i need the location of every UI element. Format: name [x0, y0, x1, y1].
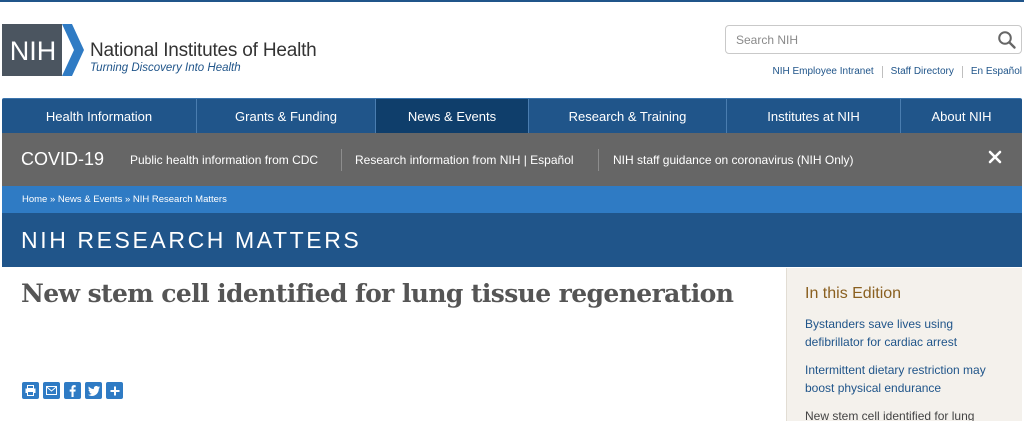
email-icon[interactable] [43, 382, 60, 399]
sidebar-item-line: Bystanders save lives using [805, 317, 954, 331]
link-employee-intranet[interactable]: NIH Employee Intranet [765, 66, 882, 78]
breadcrumb-text[interactable]: Home » News & Events » NIH Research Matt… [22, 194, 227, 205]
in-this-edition-sidebar: In this Edition Bystanders save lives us… [786, 268, 1022, 421]
nav-research-training[interactable]: Research & Training [529, 99, 727, 133]
nih-logo[interactable]: NIH National Institutes of Health Turnin… [2, 24, 347, 78]
covid-banner: COVID-19 Public health information from … [2, 133, 1022, 186]
sidebar-item-line: defibrillator for cardiac arrest [805, 335, 958, 349]
nav-institutes-at-nih[interactable]: Institutes at NIH [727, 99, 901, 133]
sidebar-item-line: boost physical endurance [805, 381, 942, 395]
article-headline: New stem cell identified for lung tissue… [21, 279, 734, 308]
link-en-espanol[interactable]: En Español [961, 66, 1022, 78]
nav-news-events[interactable]: News & Events [376, 99, 529, 133]
covid-link-staff-guidance[interactable]: NIH staff guidance on coronavirus (NIH O… [613, 153, 854, 167]
covid-divider [598, 149, 599, 171]
nav-grants-funding[interactable]: Grants & Funding [197, 99, 376, 133]
site-tagline: Turning Discovery Into Health [90, 62, 241, 74]
plus-icon[interactable] [106, 382, 123, 399]
site-title: National Institutes of Health [90, 40, 317, 61]
sidebar-item-line: New stem cell identified for lung [805, 409, 975, 421]
twitter-icon[interactable] [85, 382, 102, 399]
breadcrumb: Home » News & Events » NIH Research Matt… [2, 186, 1022, 213]
section-title: NIH RESEARCH MATTERS [21, 227, 362, 253]
sidebar-item-lung-stem-cell: New stem cell identified for lung [805, 407, 1010, 421]
sidebar-item-line: Intermittent dietary restriction may [805, 363, 986, 377]
close-icon[interactable] [988, 150, 1002, 164]
search-box [725, 25, 1022, 54]
sidebar-title: In this Edition [805, 285, 902, 302]
sidebar-item-defibrillator[interactable]: Bystanders save lives using defibrillato… [805, 315, 1010, 351]
covid-divider [341, 149, 342, 171]
utility-links: NIH Employee Intranet Staff Directory En… [765, 66, 1022, 78]
link-staff-directory[interactable]: Staff Directory [881, 66, 962, 78]
facebook-icon[interactable] [64, 382, 81, 399]
share-toolbar [22, 382, 127, 399]
nih-logo-mark: NIH [2, 24, 84, 76]
print-icon[interactable] [22, 382, 39, 399]
covid-link-cdc[interactable]: Public health information from CDC [130, 153, 318, 167]
search-input[interactable] [726, 26, 991, 53]
covid-title: COVID-19 [21, 149, 105, 169]
logo-mark-text: NIH [10, 36, 57, 66]
nav-health-information[interactable]: Health Information [2, 99, 197, 133]
sidebar-item-dietary-restriction[interactable]: Intermittent dietary restriction may boo… [805, 361, 1010, 397]
section-banner: NIH RESEARCH MATTERS [2, 213, 1022, 267]
top-rule [0, 0, 1024, 2]
nav-about-nih[interactable]: About NIH [901, 99, 1022, 133]
main-nav: Health Information Grants & Funding News… [2, 98, 1022, 133]
covid-link-nih-research[interactable]: Research information from NIH | Español [355, 153, 574, 167]
search-icon[interactable] [997, 30, 1017, 50]
